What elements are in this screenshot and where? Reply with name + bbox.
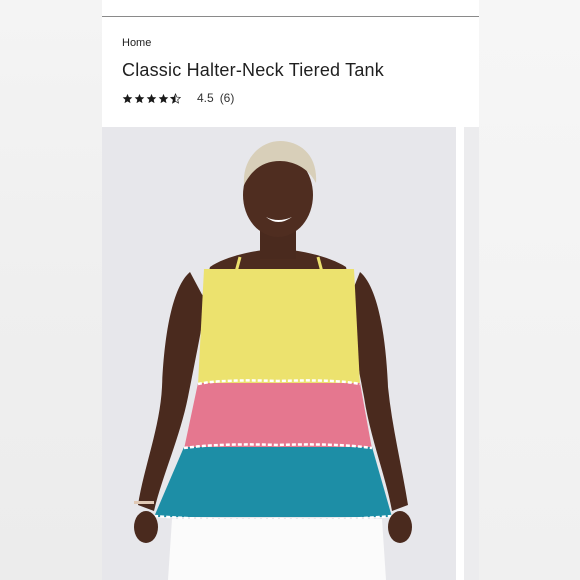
star-half-icon xyxy=(170,92,181,104)
product-image[interactable] xyxy=(102,127,456,580)
model-photo xyxy=(102,127,456,580)
star-full-icon xyxy=(158,93,169,103)
rating-stars xyxy=(122,92,181,104)
product-rating[interactable]: 4.5 (6) xyxy=(122,90,234,106)
rating-value: 4.5 xyxy=(197,91,214,105)
background-blur-left xyxy=(0,0,102,580)
breadcrumb: Home xyxy=(122,37,151,49)
background-blur-right xyxy=(479,0,580,580)
product-page-card: Home Classic Halter-Neck Tiered Tank 4.5… xyxy=(102,0,479,580)
star-full-icon xyxy=(146,93,157,103)
star-full-icon xyxy=(134,93,145,103)
header-divider xyxy=(102,16,479,17)
product-title: Classic Halter-Neck Tiered Tank xyxy=(122,60,384,80)
breadcrumb-home-link[interactable]: Home xyxy=(122,37,151,49)
star-full-icon xyxy=(122,93,133,103)
review-count[interactable]: (6) xyxy=(220,91,235,105)
next-image-preview[interactable] xyxy=(464,127,479,580)
